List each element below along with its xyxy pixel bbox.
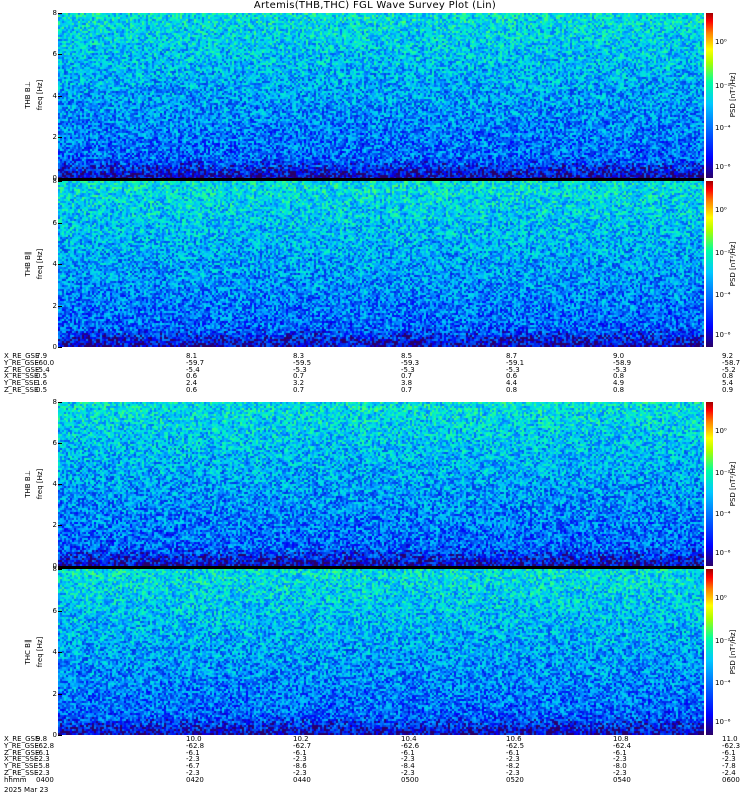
ephemeris-value: 0420	[186, 775, 204, 784]
freq-tick-label: 8	[52, 565, 57, 573]
colorbar-tick: 10⁻²	[715, 249, 731, 257]
freq-tick-mark	[58, 222, 62, 224]
ephemeris-value: 0.8	[613, 385, 625, 394]
freq-tick-mark	[58, 443, 62, 444]
ephemeris-value: 0400	[36, 775, 54, 784]
ephemeris-value: 0540	[613, 775, 631, 784]
freq-tick-label: 2	[52, 521, 57, 529]
ephemeris-value: 0440	[293, 775, 311, 784]
colorbar-tick: 10⁻⁶	[715, 331, 731, 339]
colorbar-tick: 10⁻²	[715, 82, 731, 90]
panel-probe-label: THC B∥	[24, 639, 32, 665]
freq-tick-mark	[58, 735, 62, 736]
ephemeris-value: 0.6	[186, 385, 198, 394]
freq-tick-mark	[58, 95, 62, 97]
ephemeris-value: 0500	[401, 775, 419, 784]
colorbar-tick: 10⁰	[715, 206, 727, 214]
colorbar-tick: 10⁻⁴	[715, 124, 731, 132]
freq-tick-label: 0	[52, 343, 57, 351]
freq-tick-label: 2	[52, 301, 57, 310]
freq-tick-label: 6	[52, 50, 57, 59]
colorbar-tick: 10⁻⁶	[715, 549, 731, 557]
freq-tick-mark	[58, 402, 62, 403]
spectrogram-canvas-4	[58, 569, 704, 735]
freq-tick-mark	[58, 305, 62, 307]
freq-tick-label: 8	[52, 9, 57, 17]
freq-tick-mark	[58, 566, 62, 567]
ephemeris-value: 0600	[722, 775, 740, 784]
panel-probe-label: THB B∥	[24, 251, 32, 277]
freq-axis-label: freq [Hz]	[36, 79, 44, 111]
colorbar-tick: 10⁻⁴	[715, 510, 731, 518]
freq-tick-mark	[58, 136, 62, 138]
colorbar-3	[706, 402, 713, 566]
panel-probe-label: THB B⊥	[24, 81, 32, 109]
freq-tick-label: 0	[52, 731, 57, 739]
colorbar-label: PSD [nT²/Hz]	[729, 72, 737, 118]
freq-tick-mark	[58, 181, 62, 182]
freq-tick-mark	[58, 610, 62, 612]
spectrogram-canvas-1	[58, 13, 704, 178]
ephemeris-value: 0.8	[506, 385, 518, 394]
freq-tick-mark	[58, 484, 62, 485]
panel-probe-label: THB B⊥	[24, 470, 32, 498]
spectrogram-panel-3	[58, 402, 704, 566]
freq-tick-label: 6	[52, 439, 57, 447]
freq-tick-mark	[58, 347, 62, 348]
colorbar-tick: 10⁻⁶	[715, 163, 731, 171]
freq-tick-mark	[58, 569, 62, 570]
ephemeris-row-label: Z_RE_SSE	[4, 385, 39, 394]
freq-tick-label: 8	[52, 177, 57, 185]
chart-title: Artemis(THB,THC) FGL Wave Survey Plot (L…	[253, 0, 497, 11]
date-label: 2025 Mar 23	[4, 786, 49, 794]
colorbar-tick: 10⁰	[715, 38, 727, 46]
spectrogram-panel-1	[58, 13, 704, 178]
freq-tick-mark	[58, 264, 62, 265]
ephemeris-value: 0520	[506, 775, 524, 784]
spectrogram-canvas-2	[58, 181, 704, 347]
colorbar-2	[706, 181, 713, 347]
freq-tick-mark	[58, 525, 62, 526]
freq-tick-label: 2	[52, 132, 57, 141]
colorbar-tick: 10⁻²	[715, 469, 731, 477]
colorbar-1	[706, 13, 713, 178]
freq-tick-mark	[58, 13, 62, 14]
freq-axis-label: freq [Hz]	[36, 636, 44, 668]
colorbar-tick: 10⁰	[715, 594, 727, 602]
freq-tick-mark	[58, 693, 62, 695]
freq-tick-label: 4	[52, 260, 57, 268]
colorbar-tick: 10⁻⁴	[715, 291, 731, 299]
freq-tick-mark	[58, 54, 62, 56]
freq-tick-label: 4	[52, 480, 57, 488]
freq-tick-mark	[58, 652, 62, 653]
ephemeris-value: 0.5	[36, 385, 48, 394]
ephemeris-value: 0.9	[722, 385, 734, 394]
ephemeris-value: 0.7	[401, 385, 413, 394]
spectrogram-panel-4	[58, 569, 704, 735]
freq-axis-label: freq [Hz]	[36, 468, 44, 500]
ephemeris-row-label: hhmm	[4, 775, 27, 784]
freq-tick-label: 4	[52, 648, 57, 656]
colorbar-4	[706, 569, 713, 735]
freq-tick-label: 8	[52, 398, 57, 406]
freq-tick-label: 6	[52, 606, 57, 615]
colorbar-tick: 10⁻²	[715, 637, 731, 645]
freq-axis-label: freq [Hz]	[36, 248, 44, 280]
spectrogram-panel-2	[58, 181, 704, 347]
spectrogram-canvas-3	[58, 402, 704, 566]
freq-tick-label: 4	[52, 91, 57, 100]
colorbar-tick: 10⁰	[715, 427, 727, 435]
colorbar-tick: 10⁻⁴	[715, 679, 731, 687]
freq-tick-label: 2	[52, 689, 57, 698]
freq-tick-mark	[58, 178, 62, 179]
ephemeris-value: 0.7	[293, 385, 305, 394]
freq-tick-label: 6	[52, 218, 57, 227]
colorbar-tick: 10⁻⁶	[715, 718, 731, 726]
